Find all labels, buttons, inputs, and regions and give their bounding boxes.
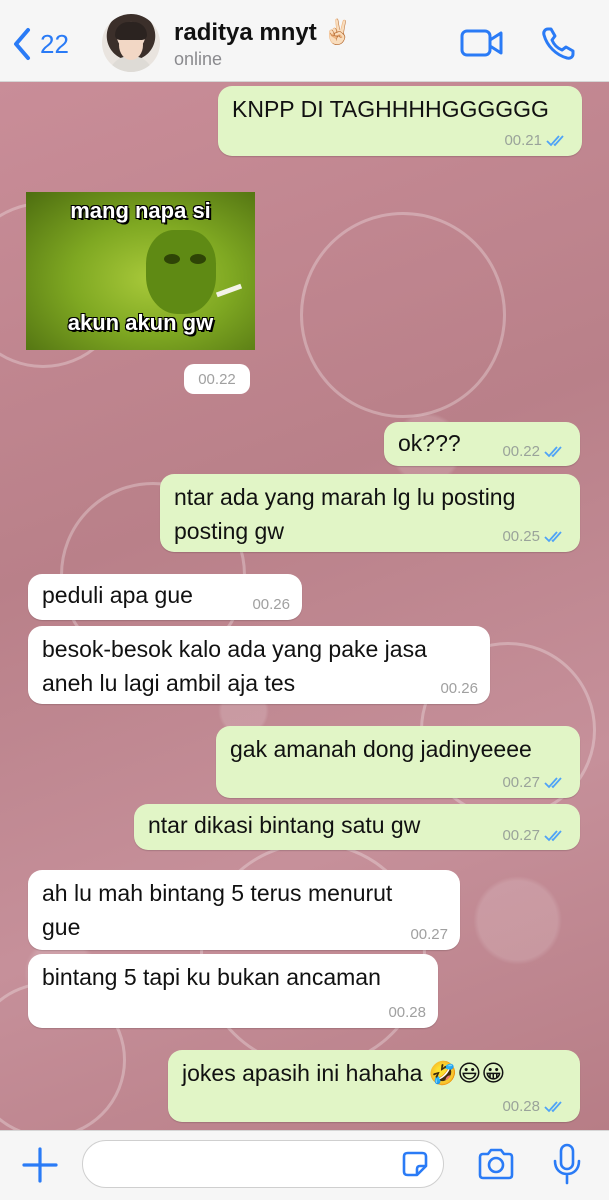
contact-status: online (174, 49, 223, 69)
double-check-icon (544, 446, 562, 458)
message-bubble-incoming[interactable]: bintang 5 tapi ku bukan ancaman 00.28 (28, 954, 438, 1028)
sticker-time: 00.22 (184, 364, 250, 394)
message-bubble-incoming[interactable]: peduli apa gue 00.26 (28, 574, 302, 620)
message-bubble-incoming[interactable]: ah lu mah bintang 5 terus menurut gue 00… (28, 870, 460, 950)
microphone-icon[interactable] (552, 1143, 582, 1185)
chevron-left-icon (14, 28, 30, 60)
message-text-line: besok-besok kalo ada yang pake jasa (42, 636, 427, 662)
sticker-cigarette (215, 283, 243, 298)
chat-header: 22 raditya mnyt ✌🏻 online (0, 0, 609, 82)
message-meta: 00.27 (502, 774, 568, 792)
message-meta: 00.26 (252, 596, 290, 614)
phone-call-icon[interactable] (540, 26, 576, 62)
message-bubble-outgoing[interactable]: KNPP DI TAGHHHHGGGGGG 00.21 (218, 86, 582, 156)
message-text: bintang 5 tapi ku bukan ancaman (42, 964, 381, 990)
video-call-icon[interactable] (460, 28, 504, 58)
contact-name-text: raditya mnyt (174, 19, 317, 46)
sticker-caption-top: mang napa si (70, 198, 211, 223)
message-meta: 00.26 (440, 680, 478, 698)
message-time: 00.28 (502, 1098, 540, 1115)
message-input[interactable] (82, 1140, 444, 1188)
unread-count: 22 (40, 28, 69, 59)
double-check-icon (544, 777, 562, 789)
message-text-line: ah lu mah bintang 5 terus menurut (42, 880, 393, 906)
message-meta: 00.21 (504, 132, 570, 150)
message-text-line: aneh lu lagi ambil aja tes (42, 670, 296, 696)
message-bubble-outgoing[interactable]: ok??? 00.22 (384, 422, 580, 466)
message-text-line: gue (42, 914, 81, 940)
input-bar (0, 1130, 609, 1200)
message-text: gak amanah dong jadinyeeee (230, 736, 532, 762)
sticker-caption-bottom: akun akun gw (67, 310, 214, 335)
wallpaper-swirl (300, 212, 506, 418)
sticker-icon[interactable] (400, 1149, 430, 1179)
double-check-icon (544, 531, 562, 543)
message-meta: 00.28 (388, 1004, 426, 1022)
message-text: KNPP DI TAGHHHHGGGGGG (232, 96, 549, 122)
message-text-line: ntar ada yang marah lg lu posting (174, 484, 516, 510)
contact-name[interactable]: raditya mnyt ✌🏻 (174, 18, 353, 47)
message-bubble-outgoing[interactable]: jokes apasih ini hahaha 🤣😃😀 00.28 (168, 1050, 580, 1122)
message-meta: 00.27 (410, 926, 448, 944)
message-meta: 00.25 (502, 528, 568, 546)
avatar-hair (115, 22, 147, 40)
double-check-icon (544, 1101, 562, 1113)
message-text: jokes apasih ini hahaha 🤣😃😀 (182, 1060, 506, 1086)
victory-hand-emoji: ✌🏻 (322, 19, 353, 46)
chat-area[interactable]: KNPP DI TAGHHHHGGGGGG 00.21 mang napa si… (0, 82, 609, 1130)
message-time: 00.25 (502, 528, 540, 545)
plus-icon[interactable] (20, 1145, 60, 1185)
message-time: 00.27 (410, 926, 448, 943)
message-meta: 00.27 (502, 827, 568, 845)
message-bubble-outgoing[interactable]: ntar dikasi bintang satu gw 00.27 (134, 804, 580, 850)
message-time: 00.26 (440, 680, 478, 697)
double-check-icon (544, 830, 562, 842)
message-time: 00.26 (252, 596, 290, 613)
back-button[interactable]: 22 (10, 24, 69, 64)
double-check-icon (546, 135, 564, 147)
sticker-eye (164, 254, 180, 264)
camera-icon[interactable] (476, 1147, 516, 1181)
message-bubble-incoming[interactable]: besok-besok kalo ada yang pake jasa aneh… (28, 626, 490, 704)
avatar[interactable] (102, 14, 160, 72)
message-time: 00.21 (504, 132, 542, 149)
message-time: 00.22 (502, 443, 540, 460)
message-time: 00.27 (502, 774, 540, 791)
message-time: 00.27 (502, 827, 540, 844)
sticker-character (146, 230, 216, 314)
message-meta: 00.22 (502, 443, 568, 461)
sticker-image[interactable]: mang napa si akun akun gw (26, 192, 255, 350)
message-time: 00.28 (388, 1004, 426, 1021)
message-bubble-outgoing[interactable]: ntar ada yang marah lg lu posting postin… (160, 474, 580, 552)
message-meta: 00.28 (502, 1098, 568, 1116)
sticker-eye (190, 254, 206, 264)
message-bubble-outgoing[interactable]: gak amanah dong jadinyeeee 00.27 (216, 726, 580, 798)
